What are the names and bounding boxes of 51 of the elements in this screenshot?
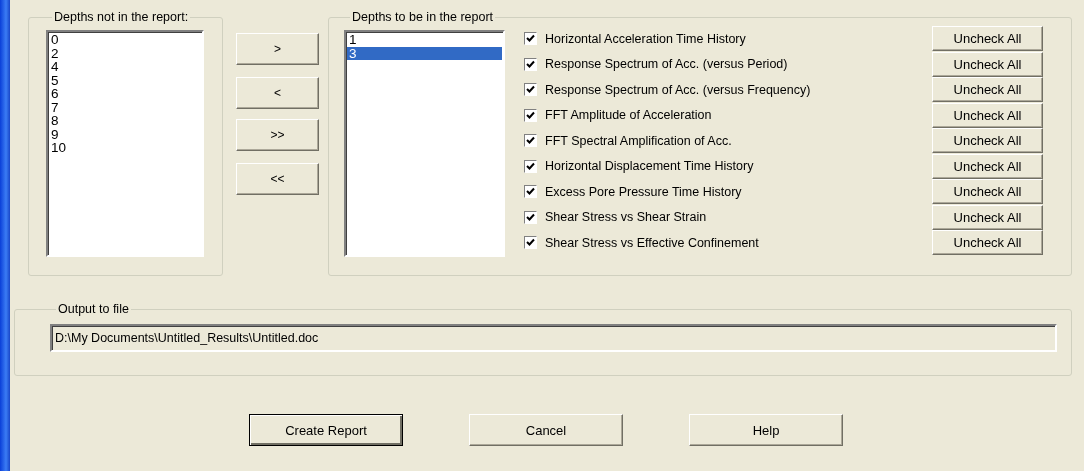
checkbox[interactable] xyxy=(524,236,537,250)
checkbox-label: Response Spectrum of Acc. (versus Frequency) xyxy=(545,82,812,97)
uncheck-all-button[interactable]: Uncheck All xyxy=(932,51,1043,77)
checkbox[interactable] xyxy=(524,57,537,71)
list-item[interactable]: 9 xyxy=(49,127,201,141)
checkbox-label: Shear Stress vs Effective Confinement xyxy=(545,235,760,250)
uncheck-all-button[interactable]: Uncheck All xyxy=(932,153,1043,179)
move-button[interactable]: > xyxy=(236,33,319,65)
list-item[interactable]: 3 xyxy=(347,46,502,60)
checkbox[interactable] xyxy=(524,32,537,46)
checkbox[interactable] xyxy=(524,83,537,97)
list-item[interactable]: 8 xyxy=(49,114,201,128)
checkbox[interactable] xyxy=(524,108,537,122)
checkbox-label: Horizontal Acceleration Time History xyxy=(545,31,747,46)
checkbox-label: Horizontal Displacement Time History xyxy=(545,159,755,174)
move-button[interactable]: << xyxy=(236,163,319,195)
uncheck-all-button[interactable]: Uncheck All xyxy=(932,26,1043,52)
list-item[interactable]: 7 xyxy=(49,100,201,114)
checkbox[interactable] xyxy=(524,134,537,148)
depth-list[interactable]: 0 2 4 5 6 7 8 9 10 xyxy=(46,30,204,257)
uncheck-all-button[interactable]: Uncheck All xyxy=(932,204,1043,230)
dialog-button[interactable]: Cancel xyxy=(469,414,623,446)
dialog-button[interactable]: Help xyxy=(689,414,843,446)
uncheck-all-button[interactable]: Uncheck All xyxy=(932,179,1043,205)
list-item[interactable]: 1 xyxy=(347,33,502,47)
list-item[interactable]: 6 xyxy=(49,87,201,101)
move-button[interactable]: < xyxy=(236,77,319,109)
list-item[interactable]: 4 xyxy=(49,60,201,74)
list-item[interactable]: 5 xyxy=(49,73,201,87)
group-label: Depths not in the report: xyxy=(53,10,190,24)
checkbox-label: FFT Spectral Amplification of Acc. xyxy=(545,133,733,148)
checkbox-label: Excess Pore Pressure Time History xyxy=(545,184,743,199)
move-button[interactable]: >> xyxy=(236,119,319,151)
dialog-button[interactable]: Create Report xyxy=(249,414,403,446)
uncheck-all-button[interactable]: Uncheck All xyxy=(932,230,1043,256)
checkbox-label: Shear Stress vs Shear Strain xyxy=(545,210,708,225)
depth-list[interactable]: 1 3 xyxy=(344,30,505,257)
uncheck-all-button[interactable]: Uncheck All xyxy=(932,77,1043,103)
uncheck-all-button[interactable]: Uncheck All xyxy=(932,102,1043,128)
group-label: Output to file xyxy=(57,302,130,316)
group-label: Depths to be in the report xyxy=(351,10,495,24)
uncheck-all-button[interactable]: Uncheck All xyxy=(932,128,1043,154)
list-item[interactable]: 0 xyxy=(49,33,201,47)
output-path-field[interactable]: D:\My Documents\Untitled_Results\Untitled.doc xyxy=(50,324,1057,352)
list-item[interactable]: 10 xyxy=(49,141,201,155)
checkbox[interactable] xyxy=(524,210,537,224)
checkbox-label: FFT Amplitude of Acceleration xyxy=(545,108,713,123)
checkbox[interactable] xyxy=(524,185,537,199)
list-item[interactable]: 2 xyxy=(49,46,201,60)
checkbox-label: Response Spectrum of Acc. (versus Period) xyxy=(545,57,789,72)
checkbox[interactable] xyxy=(524,159,537,173)
